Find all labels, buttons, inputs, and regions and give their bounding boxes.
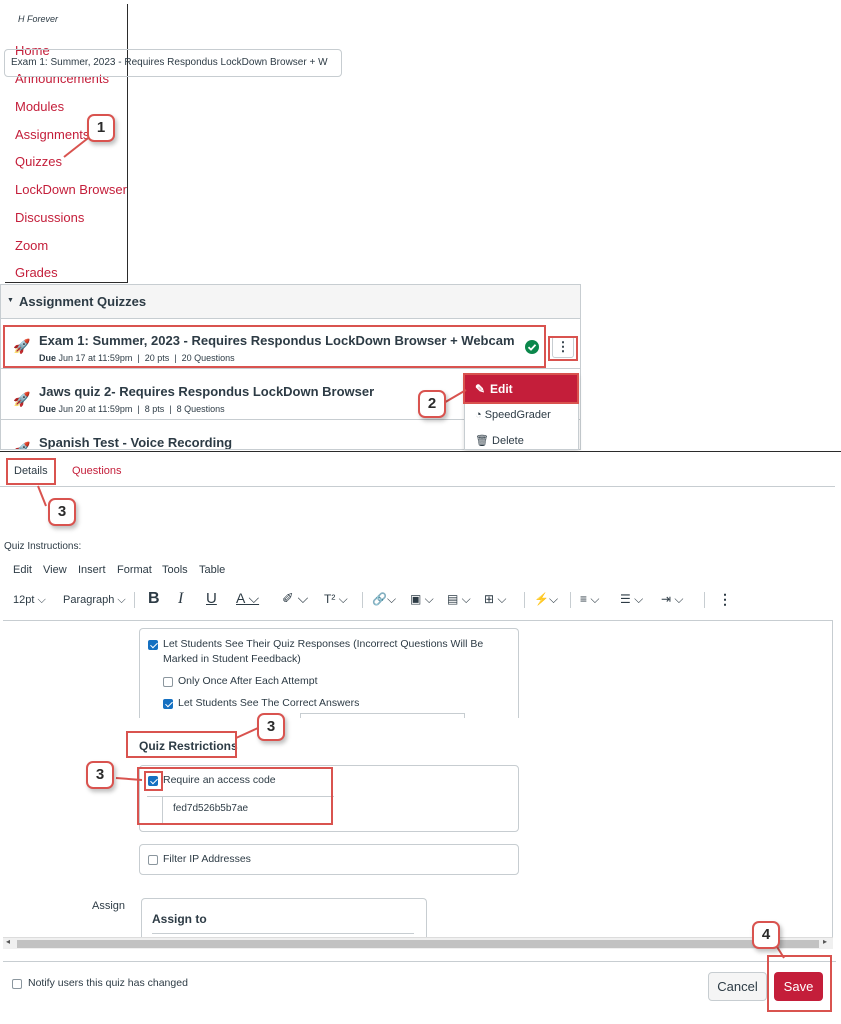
quiz-title-input[interactable]: Exam 1: Summer, 2023 - Requires Respondu…: [4, 49, 342, 77]
date-field-fragment: [300, 713, 465, 718]
toolbar-separator: [704, 592, 705, 608]
bold-icon[interactable]: B: [148, 590, 160, 608]
nav-modules[interactable]: Modules: [15, 99, 64, 114]
callout-step-1: 1: [87, 114, 115, 142]
toolbar-separator: [134, 592, 135, 608]
assign-to-box: Assign to: [141, 898, 427, 938]
menubar-format[interactable]: Format: [117, 564, 152, 576]
rocket-icon: 🚀: [13, 441, 31, 450]
notify-users-label: Notify users this quiz has changed: [28, 977, 188, 989]
see-responses-label: Let Students See Their Quiz Responses (I…: [163, 638, 484, 650]
nav-lockdown-browser[interactable]: LockDown Browser: [15, 182, 127, 197]
quiz-meta: Due Jun 20 at 11:59pm | 8 pts | 8 Questi…: [39, 404, 225, 414]
quiz-title[interactable]: Spanish Test - Voice Recording: [39, 435, 232, 449]
menubar-tools[interactable]: Tools: [162, 564, 188, 576]
italic-icon[interactable]: I: [178, 590, 183, 608]
rocket-icon: 🚀: [13, 391, 31, 407]
course-name: H Forever: [18, 14, 59, 24]
scroll-right-icon[interactable]: ▸: [823, 937, 827, 946]
assign-label: Assign: [92, 900, 126, 912]
tab-questions[interactable]: Questions: [72, 465, 122, 477]
document-icon[interactable]: ▤ ⌵: [447, 592, 471, 607]
filter-ip-checkbox[interactable]: [148, 855, 158, 865]
menu-speedgrader[interactable]: ◔ SpeedGrader: [475, 409, 551, 421]
superscript-icon[interactable]: T² ⌵: [324, 592, 348, 607]
only-once-label: Only Once After Each Attempt: [178, 675, 318, 687]
highlight-exam-row: [3, 325, 546, 368]
horizontal-scrollbar[interactable]: ◂ ▸: [3, 937, 833, 949]
underline-icon[interactable]: U: [206, 590, 217, 607]
callout-step-2: 2: [418, 390, 446, 418]
menubar-edit[interactable]: Edit: [13, 564, 32, 576]
highlight-details-tab: [6, 458, 56, 485]
quiz-title[interactable]: Jaws quiz 2- Requires Respondus LockDown…: [39, 384, 374, 399]
menu-delete[interactable]: 🗑 Delete: [475, 434, 524, 447]
see-responses-checkbox[interactable]: [148, 640, 158, 650]
see-responses-label-2: Marked in Student Feedback): [163, 653, 301, 665]
scroll-thumb[interactable]: [17, 940, 819, 948]
toolbar-separator: [524, 592, 525, 608]
filter-ip-label: Filter IP Addresses: [163, 853, 251, 865]
scroll-left-icon[interactable]: ◂: [6, 937, 10, 946]
notify-users-checkbox[interactable]: [12, 979, 22, 989]
toolbar-separator: [570, 592, 571, 608]
highlight-edit: [463, 373, 579, 404]
menubar-view[interactable]: View: [43, 564, 67, 576]
nav-zoom[interactable]: Zoom: [15, 238, 48, 253]
nav-quizzes[interactable]: Quizzes: [15, 154, 62, 169]
assign-divider: [152, 933, 414, 934]
block-format-select[interactable]: Paragraph ⌵: [63, 594, 126, 607]
highlight-access-checkbox: [144, 771, 163, 791]
image-icon[interactable]: ▣ ⌵: [410, 592, 434, 607]
caret-down-icon: ▼: [7, 297, 14, 304]
see-correct-label: Let Students See The Correct Answers: [178, 697, 360, 709]
menubar-insert[interactable]: Insert: [78, 564, 106, 576]
see-correct-checkbox[interactable]: [163, 699, 173, 709]
quiz-instructions-label: Quiz Instructions:: [4, 541, 82, 552]
nav-discussions[interactable]: Discussions: [15, 210, 84, 225]
link-icon[interactable]: 🔗⌵: [372, 592, 396, 607]
apps-icon[interactable]: ⚡⌵: [534, 592, 558, 607]
highlight-restrictions: [126, 731, 237, 758]
bullet-list-icon[interactable]: ☰ ⌵: [620, 592, 643, 607]
highlight-save: [767, 955, 832, 1012]
trash-icon: 🗑: [475, 435, 489, 447]
indent-icon[interactable]: ⇥ ⌵: [661, 592, 684, 607]
font-size-select[interactable]: 12pt ⌵: [13, 594, 46, 607]
only-once-checkbox[interactable]: [163, 677, 173, 687]
callout-arrow-3c: [115, 777, 143, 781]
nav-grades[interactable]: Grades: [15, 265, 58, 280]
cancel-button[interactable]: Cancel: [708, 972, 767, 1001]
callout-step-3: 3: [86, 761, 114, 789]
more-options-icon[interactable]: ⋮: [718, 591, 732, 608]
text-color-icon[interactable]: A ⌵: [236, 590, 259, 607]
assign-to-heading: Assign to: [152, 912, 207, 926]
highlight-access-code: [137, 767, 333, 825]
highlight-kebab: [548, 336, 578, 361]
menubar-table[interactable]: Table: [199, 564, 225, 576]
toolbar-separator: [362, 592, 363, 608]
highlight-color-icon[interactable]: ✐ ⌵: [282, 590, 308, 607]
callout-step-3: 3: [48, 498, 76, 526]
quiz-group-header[interactable]: ▼ Assignment Quizzes: [1, 285, 580, 319]
tabs-divider: [0, 486, 835, 487]
callout-step-4: 4: [752, 921, 780, 949]
quiz-group-title: Assignment Quizzes: [19, 294, 147, 309]
speedgrader-icon: ◔: [475, 409, 482, 421]
align-icon[interactable]: ≡ ⌵: [580, 592, 599, 607]
callout-step-3: 3: [257, 713, 285, 741]
embed-icon[interactable]: ⊞ ⌵: [484, 592, 507, 607]
